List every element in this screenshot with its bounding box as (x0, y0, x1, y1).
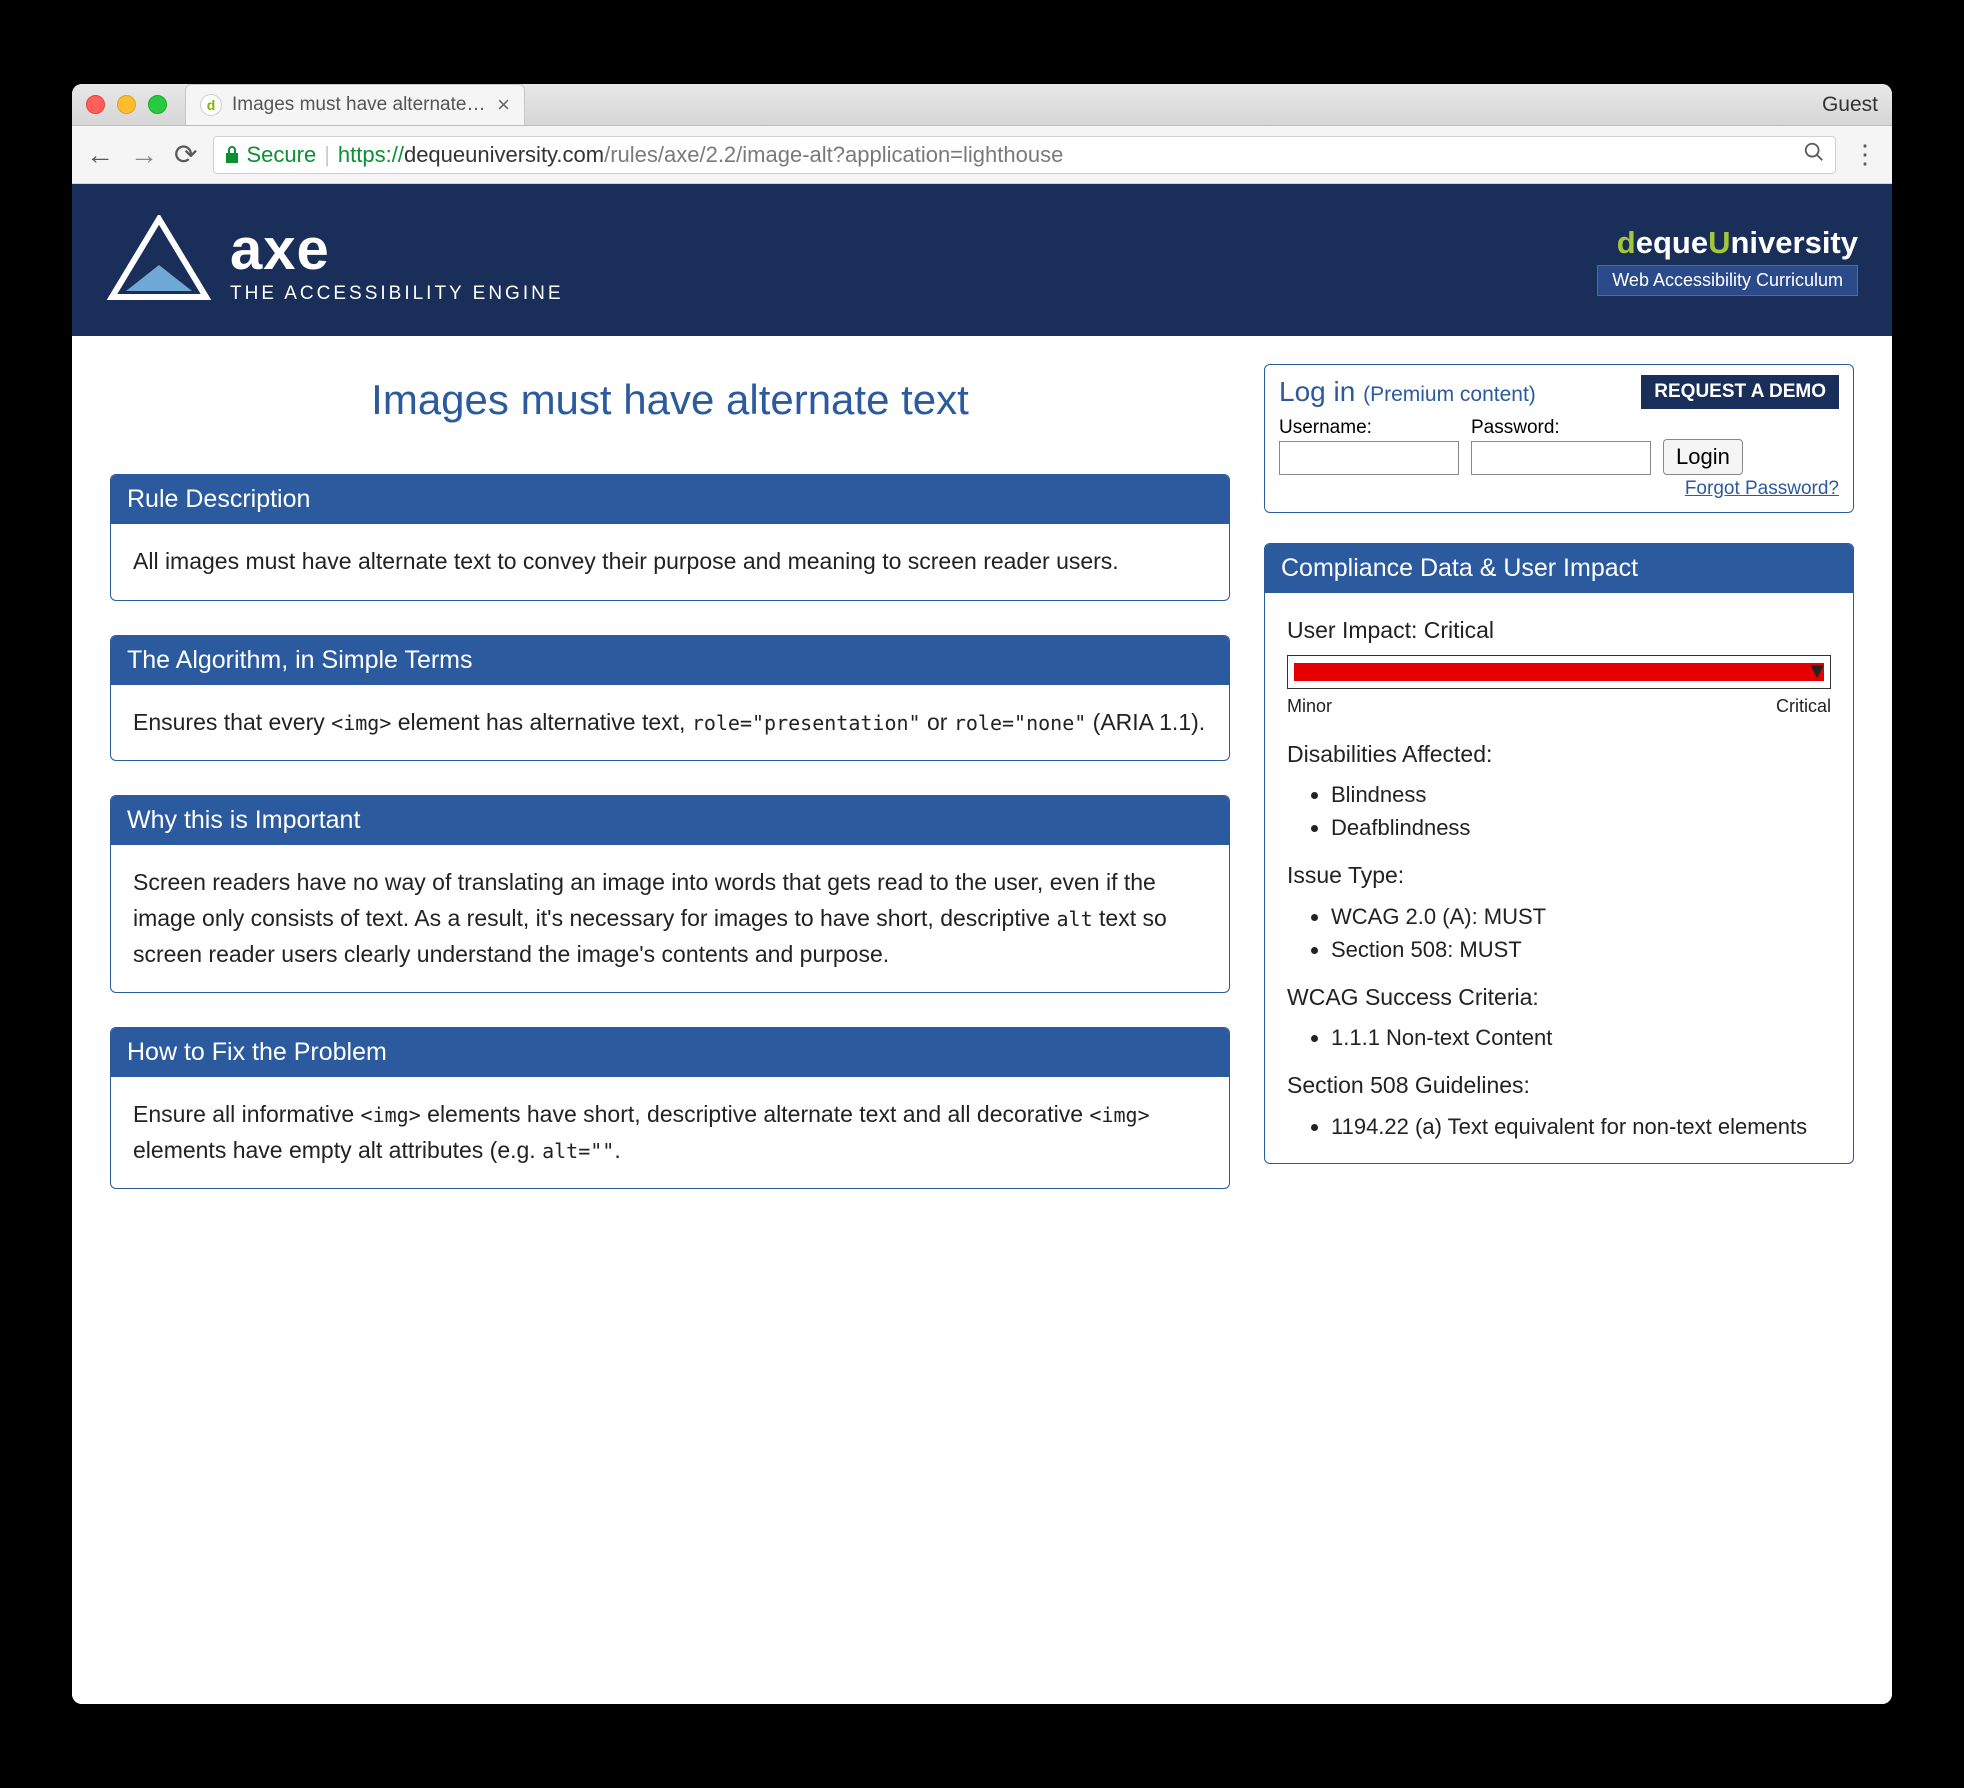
panel-body: Ensures that every <img> element has alt… (111, 685, 1229, 761)
rule-description-panel: Rule Description All images must have al… (110, 474, 1230, 601)
section508-heading: Section 508 Guidelines: (1287, 1068, 1831, 1104)
wcag-heading: WCAG Success Criteria: (1287, 980, 1831, 1016)
site-banner: axe THE ACCESSIBILITY ENGINE dequeUniver… (72, 184, 1892, 336)
deque-university-link[interactable]: dequeUniversity Web Accessibility Curric… (1597, 225, 1858, 296)
logo-triangle-icon (106, 215, 212, 305)
panel-header: Compliance Data & User Impact (1265, 544, 1853, 593)
close-window-button[interactable] (86, 95, 105, 114)
uni-subtitle: Web Accessibility Curriculum (1597, 265, 1858, 296)
panel-header: The Algorithm, in Simple Terms (111, 636, 1229, 685)
list-item: Deafblindness (1331, 811, 1831, 844)
page-title: Images must have alternate text (110, 376, 1230, 424)
browser-window: d Images must have alternate tex × Guest… (72, 84, 1892, 1704)
panel-header: Why this is Important (111, 796, 1229, 845)
tab-strip: d Images must have alternate tex × (185, 84, 525, 125)
list-item: 1.1.1 Non-text Content (1331, 1021, 1831, 1054)
list-item: WCAG 2.0 (A): MUST (1331, 900, 1831, 933)
logo-wordmark: axe (230, 216, 564, 283)
tab-close-icon[interactable]: × (497, 92, 510, 118)
toolbar: ← → ⟳ Secure | https://dequeuniversity.c… (72, 126, 1892, 184)
panel-header: Rule Description (111, 475, 1229, 524)
how-to-fix-panel: How to Fix the Problem Ensure all inform… (110, 1027, 1230, 1189)
axe-logo[interactable]: axe THE ACCESSIBILITY ENGINE (106, 215, 564, 305)
window-controls (86, 95, 167, 114)
panel-body: All images must have alternate text to c… (111, 524, 1229, 600)
favicon-icon: d (200, 94, 222, 116)
algorithm-panel: The Algorithm, in Simple Terms Ensures t… (110, 635, 1230, 762)
browser-tab[interactable]: d Images must have alternate tex × (185, 84, 525, 125)
why-important-panel: Why this is Important Screen readers hav… (110, 795, 1230, 993)
login-panel: Log in (Premium content) REQUEST A DEMO … (1264, 364, 1854, 513)
login-button[interactable]: Login (1663, 439, 1743, 475)
url-path: /rules/axe/2.2/image-alt?application=lig… (604, 142, 1063, 168)
section508-list: 1194.22 (a) Text equivalent for non-text… (1287, 1110, 1831, 1143)
page-content: axe THE ACCESSIBILITY ENGINE dequeUniver… (72, 184, 1892, 1704)
password-label: Password: (1471, 417, 1651, 439)
lock-icon (224, 145, 240, 165)
secure-indicator: Secure (224, 142, 316, 168)
back-button[interactable]: ← (86, 139, 114, 171)
reload-button[interactable]: ⟳ (174, 138, 197, 171)
request-demo-button[interactable]: REQUEST A DEMO (1641, 375, 1839, 409)
issue-type-list: WCAG 2.0 (A): MUST Section 508: MUST (1287, 900, 1831, 966)
forgot-password-link[interactable]: Forgot Password? (1685, 478, 1839, 499)
forward-button[interactable]: → (130, 139, 158, 171)
impact-meter: ▼ (1287, 655, 1831, 689)
compliance-panel: Compliance Data & User Impact User Impac… (1264, 543, 1854, 1164)
panel-body: Screen readers have no way of translatin… (111, 845, 1229, 992)
list-item: 1194.22 (a) Text equivalent for non-text… (1331, 1110, 1831, 1143)
impact-value: Critical (1424, 617, 1494, 643)
search-in-page-icon[interactable] (1803, 139, 1825, 170)
tab-title: Images must have alternate tex (232, 94, 487, 116)
disabilities-list: Blindness Deafblindness (1287, 778, 1831, 844)
wcag-list: 1.1.1 Non-text Content (1287, 1021, 1831, 1054)
kebab-menu-icon[interactable]: ⋮ (1852, 139, 1878, 170)
panel-body: Ensure all informative <img> elements ha… (111, 1077, 1229, 1188)
disabilities-heading: Disabilities Affected: (1287, 737, 1831, 773)
url-protocol: https:// (338, 142, 404, 168)
issue-type-heading: Issue Type: (1287, 858, 1831, 894)
username-input[interactable] (1279, 441, 1459, 475)
logo-tagline: THE ACCESSIBILITY ENGINE (230, 283, 564, 305)
list-item: Blindness (1331, 778, 1831, 811)
address-bar[interactable]: Secure | https://dequeuniversity.com/rul… (213, 136, 1836, 174)
password-input[interactable] (1471, 441, 1651, 475)
impact-bar-fill (1294, 663, 1824, 681)
url-host: dequeuniversity.com (404, 142, 604, 168)
login-heading: Log in (Premium content) (1279, 376, 1536, 408)
profile-label[interactable]: Guest (1822, 93, 1878, 117)
panel-header: How to Fix the Problem (111, 1028, 1229, 1077)
minimize-window-button[interactable] (117, 95, 136, 114)
username-label: Username: (1279, 417, 1459, 439)
panel-body: User Impact: Critical ▼ Minor Critical D… (1265, 593, 1853, 1163)
list-item: Section 508: MUST (1331, 933, 1831, 966)
impact-marker-icon: ▼ (1806, 654, 1828, 688)
titlebar: d Images must have alternate tex × Guest (72, 84, 1892, 126)
maximize-window-button[interactable] (148, 95, 167, 114)
